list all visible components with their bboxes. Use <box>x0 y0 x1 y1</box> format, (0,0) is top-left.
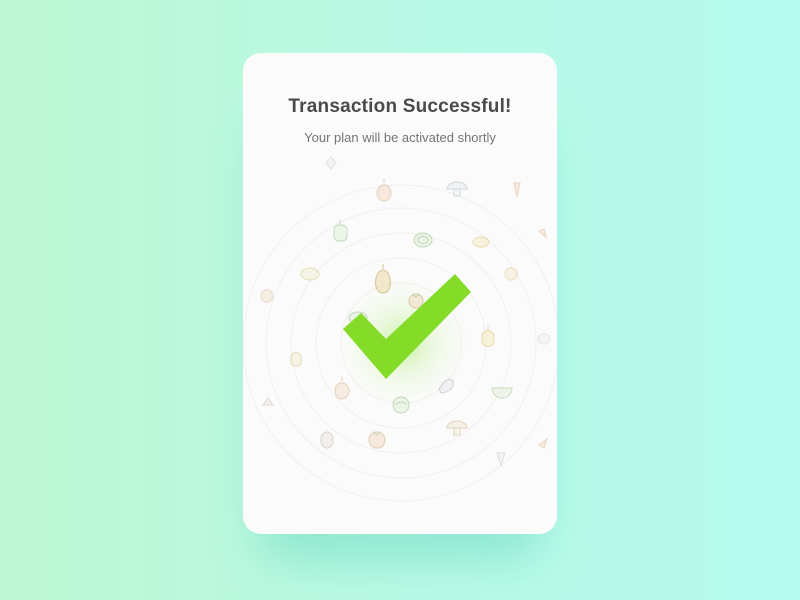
pear-icon <box>374 264 392 294</box>
bell-pepper-icon <box>290 352 302 367</box>
apple-icon <box>261 396 275 406</box>
carrot-icon <box>537 228 548 239</box>
tomato-icon <box>408 293 424 309</box>
lemon-icon <box>325 156 337 170</box>
bell-pepper-icon <box>333 220 348 242</box>
cabbage-icon <box>392 396 410 414</box>
mushroom-icon <box>446 181 468 197</box>
vegetable-pattern-illustration <box>243 156 557 502</box>
cabbage-icon <box>413 232 433 248</box>
success-title: Transaction Successful! <box>288 96 512 117</box>
onion-icon <box>376 179 392 202</box>
carrot-icon <box>513 182 521 198</box>
melon-slice-icon <box>491 387 513 399</box>
onion-icon <box>537 333 551 345</box>
melon-slice-icon <box>300 267 320 281</box>
tomato-icon <box>368 431 386 449</box>
success-card: Transaction Successful! Your plan will b… <box>243 53 557 534</box>
lemon-icon <box>472 236 490 248</box>
apple-icon <box>260 289 274 303</box>
bell-pepper-icon <box>481 326 495 347</box>
lemon-icon <box>504 267 518 281</box>
carrot-icon <box>537 437 549 449</box>
success-message: Your plan will be activated shortly <box>304 130 496 145</box>
pear-icon <box>320 431 334 449</box>
